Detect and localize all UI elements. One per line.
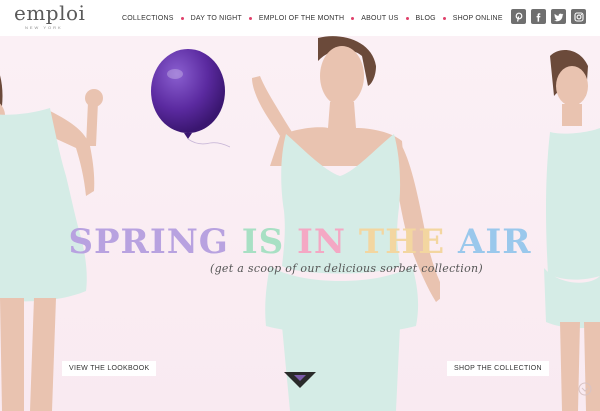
social-links bbox=[511, 9, 586, 24]
scroll-down-icon[interactable] bbox=[284, 372, 316, 388]
instagram-icon bbox=[573, 11, 584, 22]
shop-collection-button[interactable]: SHOP THE COLLECTION bbox=[447, 361, 549, 376]
pinterest-icon bbox=[515, 12, 522, 22]
headline-word: AIR bbox=[458, 222, 532, 262]
brand-logo[interactable]: emploi NEW YORK bbox=[14, 1, 86, 33]
facebook-button[interactable] bbox=[531, 9, 546, 24]
instagram-button[interactable] bbox=[571, 9, 586, 24]
nav-separator bbox=[248, 16, 252, 20]
main-nav: COLLECTIONS DAY TO NIGHT EMPLOI OF THE M… bbox=[122, 12, 503, 24]
brand-tagline: NEW YORK bbox=[25, 25, 63, 30]
nav-separator bbox=[405, 16, 409, 20]
view-lookbook-button[interactable]: VIEW THE LOOKBOOK bbox=[62, 361, 157, 376]
hero-headline: SPRING IS IN THE AIR bbox=[0, 222, 600, 262]
nav-item-shop-online[interactable]: SHOP ONLINE bbox=[453, 15, 503, 22]
nav-item-blog[interactable]: BLOG bbox=[416, 15, 436, 22]
nav-item-about-us[interactable]: ABOUT US bbox=[361, 15, 398, 22]
brand-name: emploi bbox=[14, 1, 86, 25]
facebook-icon bbox=[536, 12, 540, 22]
nav-item-day-to-night[interactable]: DAY TO NIGHT bbox=[191, 15, 242, 22]
nav-separator bbox=[351, 16, 355, 20]
nav-item-emploi-of-the-month[interactable]: EMPLOI OF THE MONTH bbox=[259, 15, 344, 22]
headline-word: IN bbox=[297, 222, 346, 262]
hero-banner: SPRING IS IN THE AIR (get a scoop of our… bbox=[0, 36, 600, 411]
twitter-button[interactable] bbox=[551, 9, 566, 24]
nav-separator bbox=[180, 16, 184, 20]
pinterest-button[interactable] bbox=[511, 9, 526, 24]
nav-item-collections[interactable]: COLLECTIONS bbox=[122, 15, 174, 22]
chevron-down-icon[interactable] bbox=[578, 382, 592, 396]
site-header: emploi NEW YORK COLLECTIONS DAY TO NIGHT… bbox=[0, 0, 600, 36]
headline-word: SPRING bbox=[68, 222, 229, 262]
twitter-icon bbox=[553, 13, 563, 21]
headline-word: THE bbox=[358, 222, 446, 262]
nav-separator bbox=[442, 16, 446, 20]
hero-subline: (get a scoop of our delicious sorbet col… bbox=[210, 262, 483, 275]
headline-word: IS bbox=[241, 222, 285, 262]
